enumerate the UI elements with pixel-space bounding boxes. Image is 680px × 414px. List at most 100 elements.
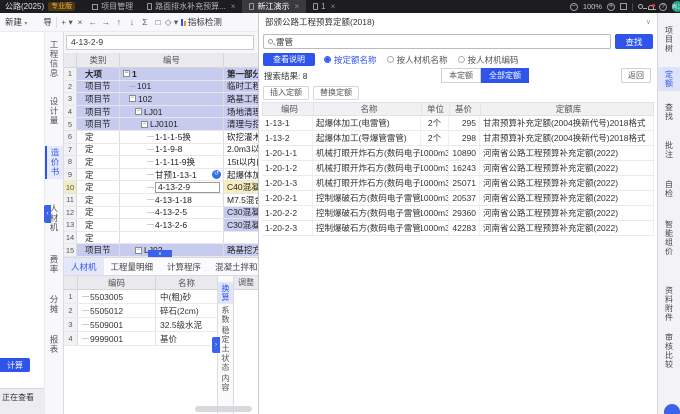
resource-row[interactable]: 2—5505012碎石(2cm) [64,304,217,318]
table-row[interactable]: 13定—4-13-2-6C30混凝土 [64,219,258,232]
sidebar-item-分摊[interactable]: 分摊 [45,293,63,316]
table-row[interactable]: 4项目节−LJ01场地清理 [64,106,258,119]
action-button-插入定额[interactable]: 插入定额 [263,86,309,100]
zoom-in-icon[interactable]: + [607,3,615,11]
tab-人材机[interactable]: 人材机 [64,258,104,275]
sidebar-item-费率[interactable]: 费率 [45,253,63,276]
table-row[interactable]: 11定—4-13-1-18M7.5混合砂浆 [64,194,258,207]
calculate-button[interactable]: 计算 [0,358,30,372]
right-tab-资料附件[interactable]: 资料附件 [658,283,680,325]
search-result-row[interactable]: 1-20-2-3控制爆破石方(数码电子雷管) 坚石1000m342283河南省公… [262,221,654,236]
library-select[interactable]: 部颁公路工程预算定额(2018) ∨ [259,13,657,31]
tab-换算[interactable]: 换算 [218,282,233,304]
right-tab-审核比较[interactable]: 审核比较 [658,330,680,372]
expander-icon[interactable]: − [135,247,142,254]
search-result-row[interactable]: 1-20-2-2控制爆破石方(数码电子雷管) 次坚石1000m329360河南省… [262,206,654,221]
expander-icon[interactable]: − [123,70,130,77]
scope-button-全部定额[interactable]: 全部定额 [481,68,529,83]
search-result-row[interactable]: 1-20-2-1控制爆破石方(数码电子雷管) 软石1000m320537河南省公… [262,191,654,206]
tab-状态[interactable]: 状态 [218,352,233,374]
sidebar-item-设计量[interactable]: 设计量 [45,95,63,128]
indicator-check-button[interactable]: 指标检测 [181,16,222,28]
tool-dropdown-icon[interactable]: ◇ ▾ [165,17,177,28]
sidebar-item-工程信息[interactable]: 工程信息 [45,38,63,80]
right-tab-定额[interactable]: 定额 [658,67,680,91]
assistant-float-button[interactable] [664,404,680,414]
collapse-bottom-handle[interactable]: › [212,337,220,353]
search-result-row[interactable]: 1-20-1-3机械打眼开炸石方(数码电子雷管) 坚石1000m325071河南… [262,176,654,191]
search-result-row[interactable]: 1-13-2起爆体加工(导爆管雷管)2个298甘肃预算补充定额(2004换新代号… [262,131,654,146]
tab-混凝土拌和[interactable]: 混凝土拌和 [208,258,265,275]
titlebar-tab[interactable]: 1× [306,0,342,13]
close-icon[interactable]: × [331,2,336,11]
arrow-left-icon[interactable]: ← [87,17,99,27]
right-tab-自检[interactable]: 自检 [658,177,680,201]
table-row[interactable]: 5项目节−LJ0101清理与挖除 [64,118,258,131]
bookmark-icon[interactable]: □ [152,17,164,27]
arrow-down-icon[interactable]: ↓ [126,17,138,27]
titlebar-tab[interactable]: 项目管理 [85,0,140,13]
fullscreen-icon[interactable] [620,3,627,10]
right-tab-智能组价[interactable]: 智能组价 [658,217,680,259]
table-row[interactable]: 3项目节−102路基工程 [64,93,258,106]
table-row[interactable]: 1大项−1第一部分 建 [64,68,258,81]
find-button[interactable]: 查找 [615,34,653,49]
tab-工程量明细[interactable]: 工程量明细 [104,258,161,275]
right-tab-查找[interactable]: 查找 [658,100,680,124]
export-button[interactable]: 导 [43,16,52,28]
search-input[interactable]: 雷管 [263,34,611,49]
delete-icon[interactable]: × [74,17,86,27]
view-description-button[interactable]: 查看说明 [263,53,315,66]
table-row[interactable]: 14定 [64,232,258,245]
table-row[interactable]: 9定—甘预1-13-1↺起爆体加工 [64,169,258,182]
help-icon[interactable]: ? [659,3,667,11]
table-row[interactable]: 10定—4-13-2-9C40混凝土 [64,181,258,194]
right-tab-项目树[interactable]: 项目树 [658,23,680,56]
horizontal-scrollbar[interactable] [195,406,252,412]
tab-内容[interactable]: 内容 [218,372,233,394]
collapse-left-handle[interactable]: ‹ [44,205,51,223]
sidebar-item-报表[interactable]: 报表 [45,333,63,356]
close-icon[interactable]: × [231,2,236,11]
table-row[interactable]: 12定—4-13-2-5C30混凝土 [64,207,258,220]
key-icon[interactable] [638,4,643,9]
arrow-up-icon[interactable]: ↑ [113,17,125,27]
titlebar-tab[interactable]: 新江演示× [242,0,306,13]
collapse-grid-handle[interactable]: ∨ [148,250,172,257]
bell-icon[interactable] [648,5,654,10]
table-row[interactable]: 2项目节—101临时工程 [64,81,258,94]
action-button-替换定额[interactable]: 替换定额 [313,86,359,100]
code-input[interactable]: 4-13-2-9 [66,35,254,50]
resource-row[interactable]: 4—9999001基价 [64,332,217,346]
avatar[interactable]: 肖江 [672,1,680,12]
back-button[interactable]: 返回 [621,68,651,83]
sidebar-item-造价书[interactable]: 造价书 [45,146,63,179]
titlebar-tab[interactable]: 路面排水补充预算...× [140,0,242,13]
resource-row[interactable]: 1—5503005中(粗)砂 [64,290,217,304]
resource-row[interactable]: 3—550900132.5级水泥 [64,318,217,332]
conversion-badge-icon[interactable]: ↺ [212,170,221,179]
search-result-row[interactable]: 1-13-1起爆体加工(电雷管)2个295甘肃预算补充定额(2004换新代号)2… [262,116,654,131]
sum-icon[interactable]: Σ [139,17,151,27]
right-tab-批注[interactable]: 批注 [658,138,680,162]
tab-系数[interactable]: 系数 [218,304,233,326]
radio-按人材机名称[interactable]: 按人材机名称 [387,54,448,66]
new-button[interactable]: 新建 ▾ [5,16,27,28]
table-row[interactable]: 6定—1-1-1-5换砍挖灌木林 [64,131,258,144]
expander-icon[interactable]: − [141,121,148,128]
search-result-row[interactable]: 1-20-1-2机械打眼开炸石方(数码电子雷管) 次坚石1000m316243河… [262,161,654,176]
scope-button-本定额[interactable]: 本定额 [441,68,481,83]
expander-icon[interactable]: − [135,108,142,115]
radio-按人材机编码[interactable]: 按人材机编码 [458,54,519,66]
search-result-row[interactable]: 1-20-1-1机械打眼开炸石方(数码电子雷管) 软石1000m310890河南… [262,146,654,161]
arrow-right-icon[interactable]: → [100,17,112,27]
code-edit-input[interactable]: 4-13-2-9 [155,182,220,193]
expander-icon[interactable]: − [129,95,136,102]
table-row[interactable]: 7定—1-1-9-82.0m3以内挖 [64,144,258,157]
add-dropdown-icon[interactable]: + ▾ [61,17,73,28]
radio-按定额名称[interactable]: 按定额名称 [324,54,377,66]
table-row[interactable]: 8定—1-1-11-9换15t以内自卸 [64,156,258,169]
zoom-out-icon[interactable]: − [570,3,578,11]
tab-计算程序[interactable]: 计算程序 [160,258,208,275]
tab-稳定土[interactable]: 稳定土 [218,324,233,355]
